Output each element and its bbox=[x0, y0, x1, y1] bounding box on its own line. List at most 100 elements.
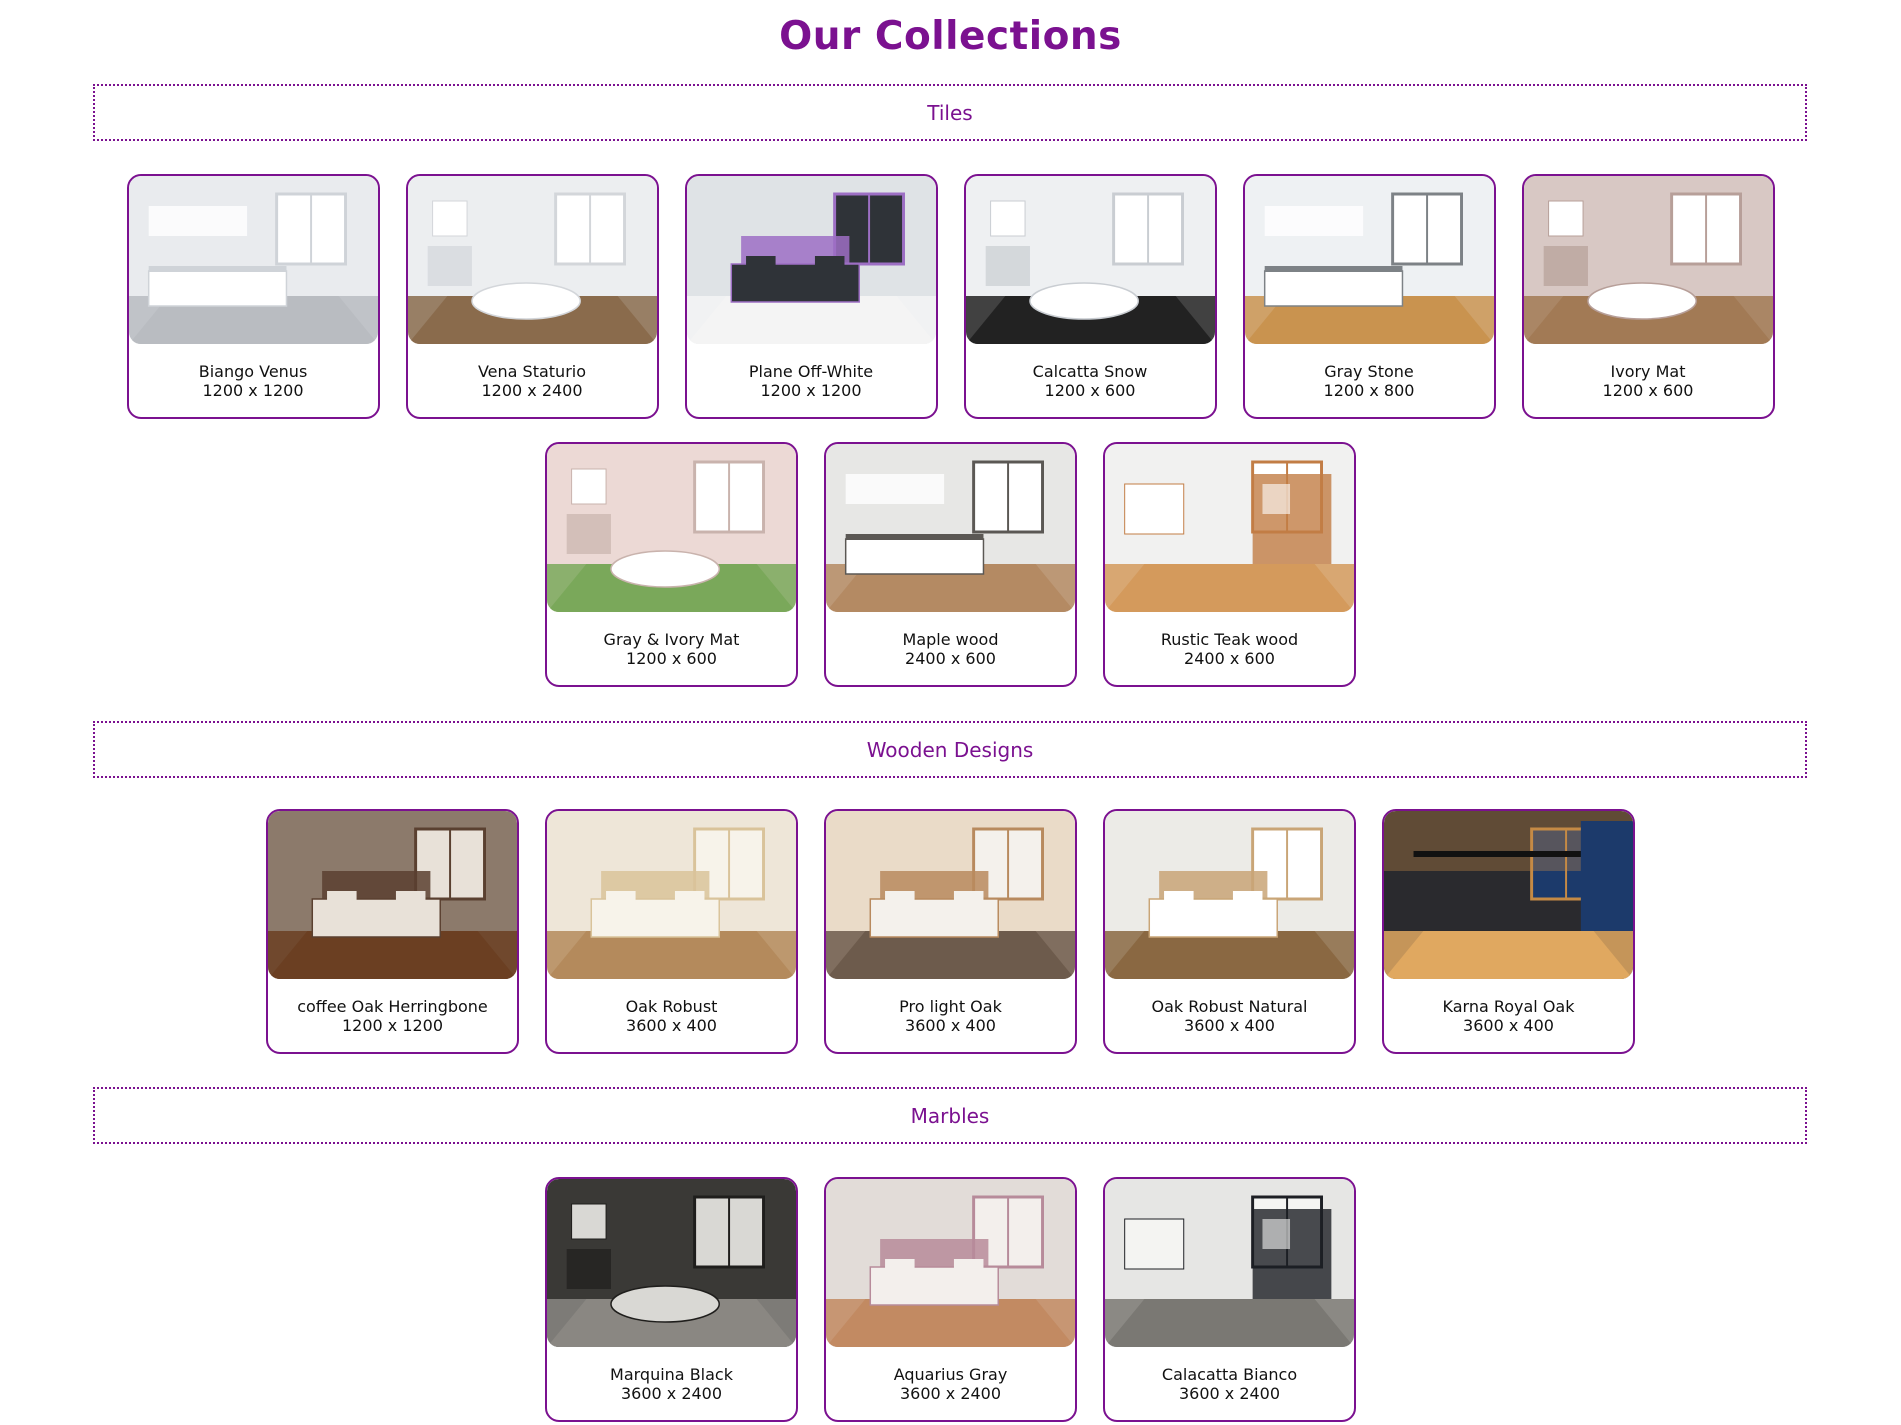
collection-size: 3600 x 2400 bbox=[899, 1384, 1002, 1403]
collection-name: Aquarius Gray bbox=[893, 1365, 1008, 1384]
collection-image[interactable] bbox=[1384, 811, 1633, 979]
collection-card[interactable]: Gray Stone 1200 x 800 bbox=[1242, 174, 1496, 419]
collection-name: Gray & Ivory Mat bbox=[603, 630, 740, 649]
collection-caption: Karna Royal Oak 3600 x 400 bbox=[1384, 979, 1633, 1035]
collection-name: Karna Royal Oak bbox=[1442, 997, 1575, 1016]
collection-card[interactable]: Calcatta Snow 1200 x 600 bbox=[963, 174, 1217, 419]
collection-name: Calcatta Snow bbox=[1032, 362, 1148, 381]
collection-size: 1200 x 2400 bbox=[481, 381, 583, 400]
collection-size: 1200 x 1200 bbox=[341, 1016, 444, 1035]
collection-thumbnail-art bbox=[826, 444, 1075, 612]
collection-size: 3600 x 400 bbox=[626, 1016, 717, 1035]
collection-thumbnail-art bbox=[1105, 444, 1354, 612]
collection-card[interactable]: Plane Off-White 1200 x 1200 bbox=[684, 174, 938, 419]
collection-thumbnail-art bbox=[407, 176, 657, 344]
collection-caption: Vena Staturio 1200 x 2400 bbox=[408, 344, 657, 400]
collection-image[interactable] bbox=[1105, 1179, 1354, 1347]
collection-image[interactable] bbox=[547, 444, 796, 612]
collection-name: Biango Venus bbox=[198, 362, 308, 381]
collection-size: 1200 x 800 bbox=[1323, 381, 1415, 400]
section-header-marbles: Marbles bbox=[93, 1087, 1807, 1144]
collection-image[interactable] bbox=[1105, 811, 1354, 979]
collection-caption: Oak Robust Natural 3600 x 400 bbox=[1105, 979, 1354, 1035]
collection-caption: Maple wood 2400 x 600 bbox=[826, 612, 1075, 668]
collection-thumbnail-art bbox=[547, 811, 796, 979]
collection-size: 3600 x 400 bbox=[1184, 1016, 1275, 1035]
collection-card[interactable]: Aquarius Gray 3600 x 2400 bbox=[824, 1177, 1077, 1422]
collection-size: 2400 x 600 bbox=[905, 649, 996, 668]
collection-card[interactable]: Oak Robust Natural 3600 x 400 bbox=[1103, 809, 1356, 1054]
collection-card[interactable]: Maple wood 2400 x 600 bbox=[824, 442, 1077, 687]
collection-image[interactable] bbox=[547, 811, 796, 979]
collection-image[interactable] bbox=[826, 1179, 1075, 1347]
collection-card[interactable]: Vena Staturio 1200 x 2400 bbox=[405, 174, 659, 419]
collection-caption: Oak Robust 3600 x 400 bbox=[547, 979, 796, 1035]
page-title: Our Collections bbox=[779, 14, 1122, 59]
collection-image[interactable] bbox=[686, 176, 936, 344]
collection-thumbnail-art bbox=[1105, 811, 1354, 979]
collection-size: 3600 x 400 bbox=[905, 1016, 996, 1035]
collection-image[interactable] bbox=[547, 1179, 796, 1347]
collection-thumbnail-art bbox=[1523, 176, 1773, 344]
collection-caption: Aquarius Gray 3600 x 2400 bbox=[826, 1347, 1075, 1403]
collection-caption: Calcatta Snow 1200 x 600 bbox=[966, 344, 1215, 400]
collection-caption: Gray Stone 1200 x 800 bbox=[1245, 344, 1494, 400]
collection-image[interactable] bbox=[826, 444, 1075, 612]
collection-image[interactable] bbox=[1105, 444, 1354, 612]
section-header-wooden-designs: Wooden Designs bbox=[93, 721, 1807, 778]
collection-row: Gray & Ivory Mat 1200 x 600 Maple wood 2400… bbox=[0, 442, 1901, 687]
collection-name: Pro light Oak bbox=[899, 997, 1002, 1016]
collection-thumbnail-art bbox=[686, 176, 936, 344]
collection-image[interactable] bbox=[1523, 176, 1773, 344]
collection-size: 1200 x 600 bbox=[626, 649, 717, 668]
collection-card[interactable]: Marquina Black 3600 x 2400 bbox=[545, 1177, 798, 1422]
collection-caption: Ivory Mat 1200 x 600 bbox=[1524, 344, 1773, 400]
collection-thumbnail-art bbox=[128, 176, 378, 344]
collection-image[interactable] bbox=[965, 176, 1215, 344]
collection-image[interactable] bbox=[128, 176, 378, 344]
collection-size: 1200 x 600 bbox=[1044, 381, 1136, 400]
collection-caption: Plane Off-White 1200 x 1200 bbox=[687, 344, 936, 400]
collection-name: Vena Staturio bbox=[477, 362, 587, 381]
collection-size: 3600 x 2400 bbox=[1178, 1384, 1281, 1403]
collection-name: coffee Oak Herringbone bbox=[297, 997, 488, 1016]
collection-thumbnail-art bbox=[826, 811, 1075, 979]
collection-size: 2400 x 600 bbox=[1184, 649, 1275, 668]
collection-thumbnail-art bbox=[547, 444, 796, 612]
collection-card[interactable]: Rustic Teak wood 2400 x 600 bbox=[1103, 442, 1356, 687]
collection-image[interactable] bbox=[407, 176, 657, 344]
collection-card[interactable]: Karna Royal Oak 3600 x 400 bbox=[1382, 809, 1635, 1054]
collection-thumbnail-art bbox=[965, 176, 1215, 344]
collection-caption: Calacatta Bianco 3600 x 2400 bbox=[1105, 1347, 1354, 1403]
collection-caption: Marquina Black 3600 x 2400 bbox=[547, 1347, 796, 1403]
collection-name: Oak Robust bbox=[625, 997, 718, 1016]
collection-card[interactable]: coffee Oak Herringbone 1200 x 1200 bbox=[266, 809, 519, 1054]
collection-card[interactable]: Calacatta Bianco 3600 x 2400 bbox=[1103, 1177, 1356, 1422]
collection-image[interactable] bbox=[268, 811, 517, 979]
section-header-tiles: Tiles bbox=[93, 84, 1807, 141]
collection-thumbnail-art bbox=[1244, 176, 1494, 344]
collection-row: coffee Oak Herringbone 1200 x 1200 Oak Rob… bbox=[0, 809, 1901, 1054]
collection-image[interactable] bbox=[826, 811, 1075, 979]
collection-name: Ivory Mat bbox=[1610, 362, 1686, 381]
collection-card[interactable]: Gray & Ivory Mat 1200 x 600 bbox=[545, 442, 798, 687]
collection-name: Rustic Teak wood bbox=[1160, 630, 1299, 649]
collection-size: 1200 x 600 bbox=[1602, 381, 1694, 400]
collection-card[interactable]: Ivory Mat 1200 x 600 bbox=[1521, 174, 1775, 419]
collection-card[interactable]: Biango Venus 1200 x 1200 bbox=[126, 174, 380, 419]
collection-row: Marquina Black 3600 x 2400 Aquarius Gray 36… bbox=[0, 1177, 1901, 1422]
collection-name: Gray Stone bbox=[1324, 362, 1414, 381]
collection-name: Oak Robust Natural bbox=[1151, 997, 1308, 1016]
collection-size: 1200 x 1200 bbox=[202, 381, 304, 400]
collection-thumbnail-art bbox=[547, 1179, 796, 1347]
collection-name: Marquina Black bbox=[610, 1365, 733, 1384]
collection-thumbnail-art bbox=[268, 811, 517, 979]
collection-card[interactable]: Pro light Oak 3600 x 400 bbox=[824, 809, 1077, 1054]
collection-caption: coffee Oak Herringbone 1200 x 1200 bbox=[268, 979, 517, 1035]
collection-image[interactable] bbox=[1244, 176, 1494, 344]
collection-row: Biango Venus 1200 x 1200 Vena Staturio 1200… bbox=[0, 174, 1901, 419]
collection-card[interactable]: Oak Robust 3600 x 400 bbox=[545, 809, 798, 1054]
collection-thumbnail-art bbox=[1105, 1179, 1354, 1347]
collections-page: Our Collections Tiles Biango Venus 1200 x … bbox=[0, 0, 1901, 1425]
collection-size: 3600 x 2400 bbox=[620, 1384, 723, 1403]
